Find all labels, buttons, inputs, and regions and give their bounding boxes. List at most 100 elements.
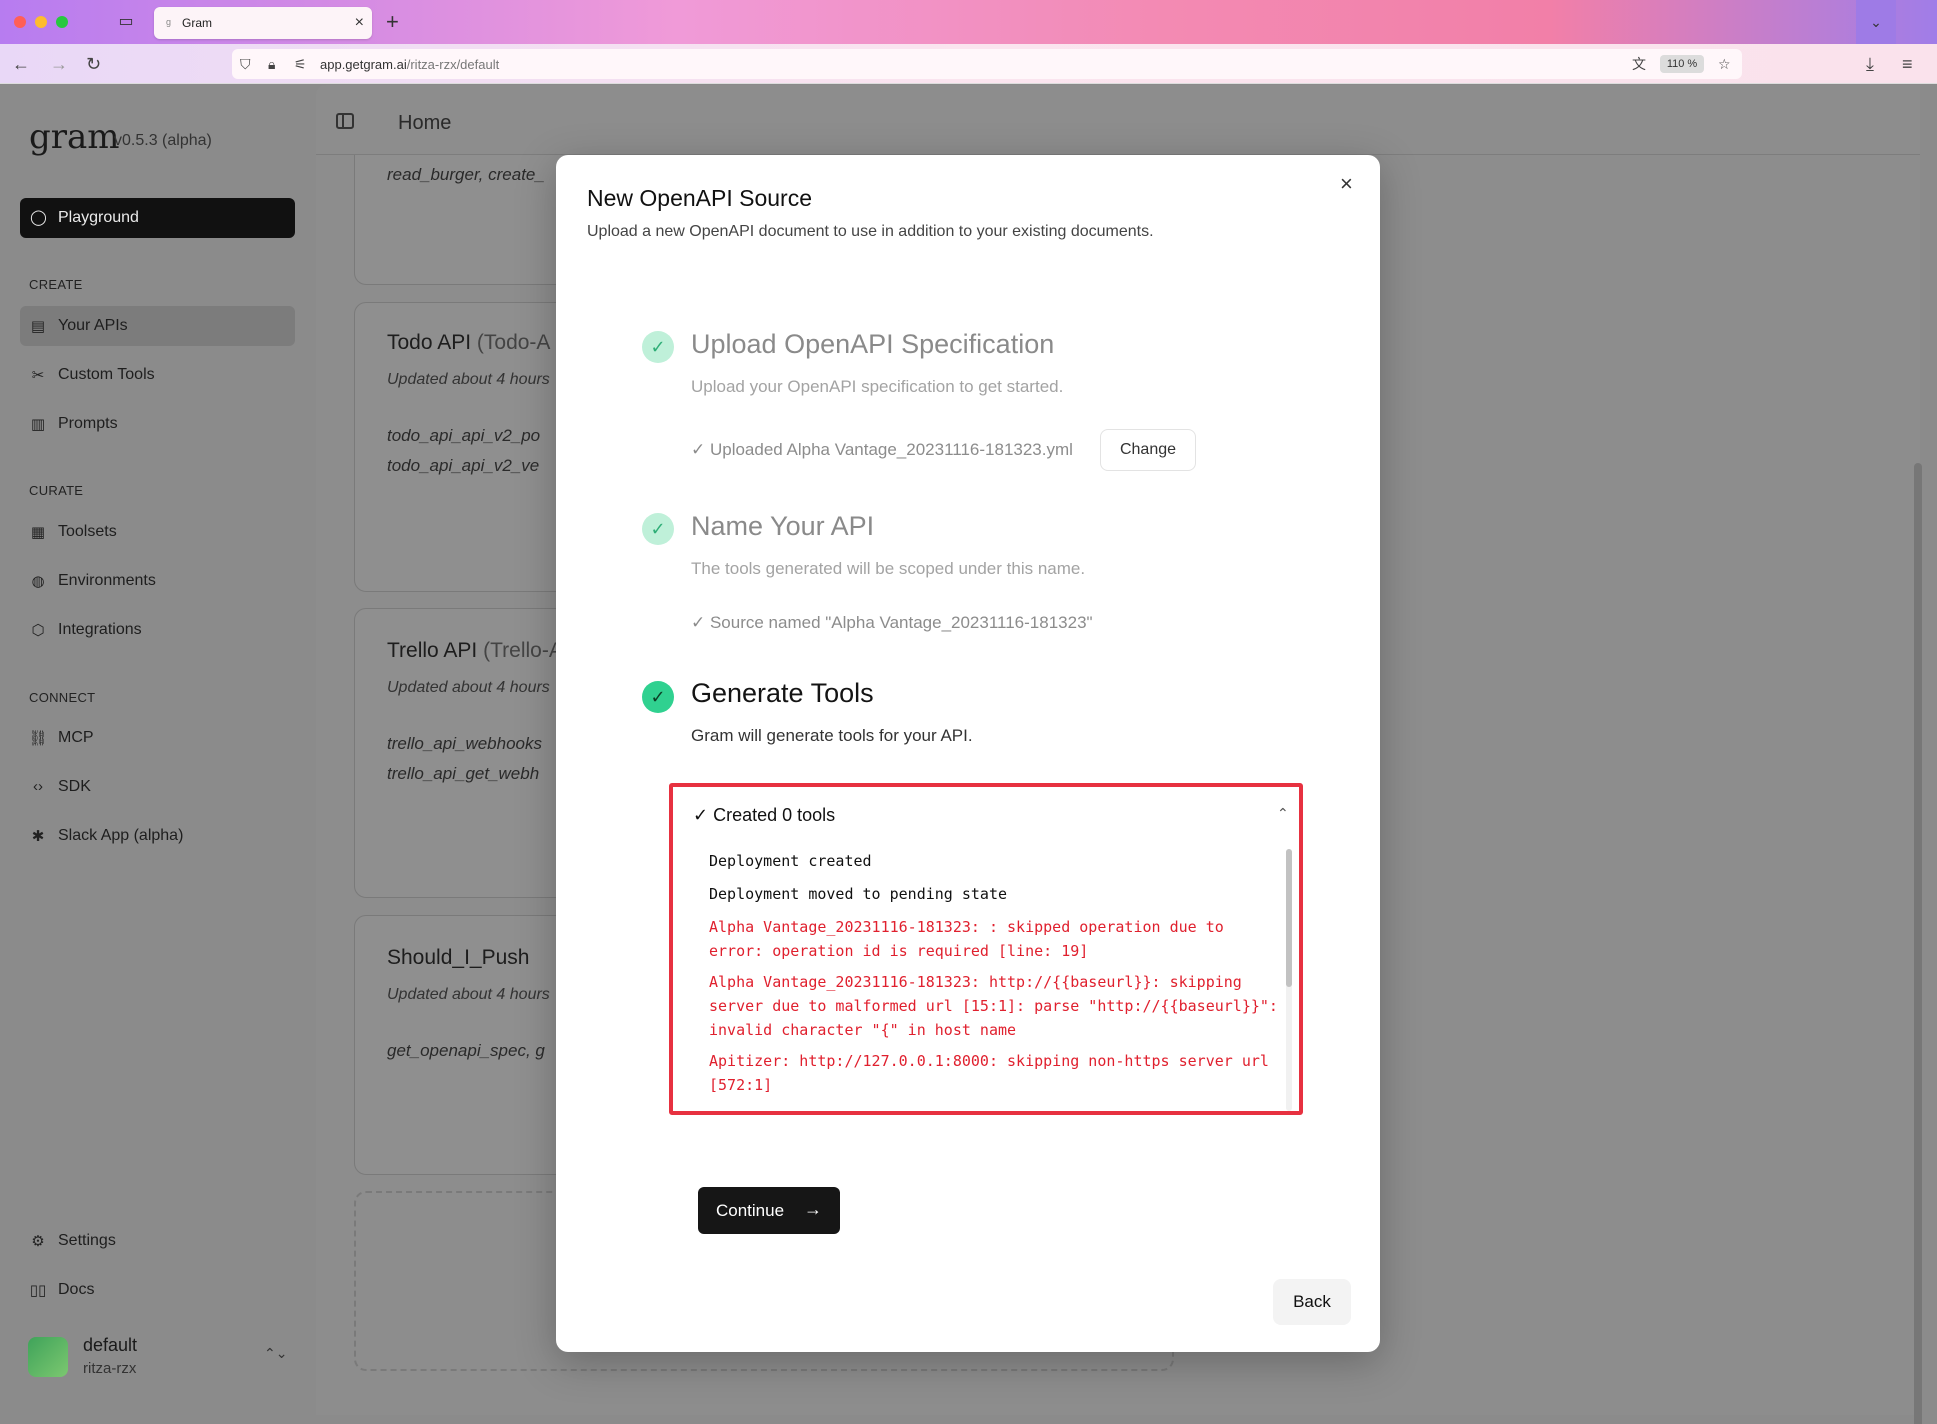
app-version: v0.5.3 (alpha) (114, 132, 212, 149)
sidebar-item-prompts[interactable]: ▥ Prompts (20, 404, 295, 444)
sidebar-item-settings[interactable]: ⚙ Settings (20, 1221, 295, 1261)
section-curate: CURATE (29, 483, 84, 498)
card-title-text: Trello API (387, 639, 478, 662)
continue-button[interactable]: Continue → (698, 1187, 840, 1234)
downloads-icon[interactable]: ⤓ (1866, 52, 1874, 76)
sidebar-item-label: Environments (58, 572, 156, 589)
forward-arrow-icon[interactable]: → (50, 52, 68, 76)
book-icon: ▯▯ (29, 1282, 47, 1299)
new-tab-icon[interactable]: + (386, 9, 399, 35)
sidebar-item-environments[interactable]: ◍ Environments (20, 561, 295, 601)
translate-icon[interactable]: 文 (1632, 55, 1646, 73)
card-title: Trello API (Trello-A (387, 639, 563, 663)
arrow-right-icon: → (804, 1199, 822, 1219)
sidebar-item-mcp[interactable]: ⛓ MCP (20, 718, 295, 758)
url-bar[interactable]: ⛉ 🔒︎ ⚟ app.getgram.ai/ritza-rzx/default … (232, 49, 1742, 79)
log-scrollbar[interactable] (1286, 849, 1292, 987)
playground-button[interactable]: ◯ Playground (20, 198, 295, 238)
back-arrow-icon[interactable]: ← (12, 52, 30, 76)
workspace-name: default (83, 1335, 138, 1355)
card-tool: get_openapi_spec, g (387, 1041, 545, 1060)
tab-close-icon[interactable]: × (355, 13, 364, 33)
log-lines: Deployment created Deployment moved to p… (709, 849, 1279, 1109)
sidebar-item-label: MCP (58, 729, 94, 746)
card-title-text: Todo API (387, 331, 472, 354)
dialog-subtitle: Upload a new OpenAPI document to use in … (587, 223, 1154, 240)
dialog-title: New OpenAPI Source (587, 185, 813, 211)
sidebar-item-sdk[interactable]: ‹› SDK (20, 767, 295, 807)
window-zoom-button[interactable] (56, 16, 68, 28)
sidebar-item-label: Docs (58, 1281, 95, 1298)
continue-label: Continue (716, 1201, 785, 1220)
slack-icon: ✱ (31, 828, 45, 845)
sidebar-item-integrations[interactable]: ⬡ Integrations (20, 610, 295, 650)
step-current-check-icon: ✓ (642, 681, 674, 713)
tab-title: Gram (182, 16, 212, 30)
url-domain: app.getgram.ai (320, 57, 407, 72)
step-title-name: Name Your API (691, 511, 875, 541)
url-path: /ritza-rzx/default (406, 57, 500, 72)
sidebar-item-label: SDK (58, 778, 91, 795)
sidebar-item-docs[interactable]: ▯▯ Docs (20, 1270, 295, 1310)
card-tool: todo_api_api_v2_po (387, 426, 541, 445)
document-icon: ▥ (30, 416, 46, 433)
sidebar-item-slack-app[interactable]: ✱ Slack App (alpha) (20, 816, 295, 856)
change-file-button[interactable]: Change (1100, 429, 1196, 471)
tab-list-chevron-icon[interactable]: ⌄ (1856, 0, 1896, 44)
network-icon: ⛓ (28, 730, 48, 747)
deployment-log-panel: ✓ Created 0 tools ⌃ Deployment created D… (669, 783, 1303, 1115)
window-close-button[interactable] (14, 16, 26, 28)
log-line-error: Alpha Vantage_20231116-181323: : skipped… (709, 918, 1224, 960)
log-summary[interactable]: ✓ Created 0 tools (693, 805, 835, 826)
shield-icon[interactable]: ⛉ (240, 55, 251, 73)
package-icon: ⬡ (31, 622, 45, 639)
step-title-upload: Upload OpenAPI Specification (691, 329, 1055, 359)
workspace-switcher[interactable]: default ritza-rzx ⌃⌄ (20, 1325, 295, 1389)
close-icon[interactable]: × (1340, 173, 1353, 195)
reload-icon[interactable]: ↻ (86, 52, 101, 76)
top-bar: Home (316, 85, 1920, 155)
back-button[interactable]: Back (1273, 1279, 1351, 1325)
new-openapi-source-dialog: × New OpenAPI Source Upload a new OpenAP… (556, 155, 1380, 1352)
sidebar-toggle-icon[interactable] (336, 113, 354, 129)
zoom-level-badge[interactable]: 110 % (1660, 55, 1704, 73)
lock-icon[interactable]: 🔒︎ (268, 55, 275, 73)
sidebar-item-your-apis[interactable]: ▤ Your APIs (20, 306, 295, 346)
playground-label: Playground (58, 209, 139, 226)
url-text[interactable]: app.getgram.ai/ritza-rzx/default (320, 57, 499, 72)
source-name-note: ✓ Source named "Alpha Vantage_20231116-1… (691, 613, 1093, 632)
page-title: Home (398, 112, 452, 134)
sidebar-item-label: Your APIs (58, 317, 128, 334)
window-minimize-button[interactable] (35, 16, 47, 28)
card-slug: (Trello-A (483, 639, 563, 662)
chevron-up-icon[interactable]: ⌃ (1277, 805, 1289, 822)
bookmark-star-icon[interactable]: ☆ (1718, 55, 1731, 73)
globe-icon: ◍ (31, 573, 45, 590)
section-create: CREATE (29, 277, 83, 292)
log-line-error: Alpha Vantage_20231116-181323: http://{{… (709, 973, 1278, 1039)
card-updated: Updated about 4 hours (387, 679, 550, 696)
sidebar: gram v0.5.3 (alpha) ◯ Playground CREATE … (0, 85, 316, 1424)
sidebar-item-label: Slack App (alpha) (58, 827, 184, 844)
browser-nav-bar: ← → ↻ ⛉ 🔒︎ ⚟ app.getgram.ai/ritza-rzx/de… (0, 44, 1937, 84)
browser-tab[interactable]: g Gram × (154, 7, 372, 39)
step-desc-name: The tools generated will be scoped under… (691, 559, 1086, 578)
code-brackets-icon: ‹› (33, 778, 43, 795)
sidebar-item-label: Custom Tools (58, 366, 155, 383)
tab-overview-icon[interactable]: ▭ (116, 12, 136, 32)
sidebar-item-label: Integrations (58, 621, 142, 638)
sidebar-item-custom-tools[interactable]: ✂ Custom Tools (20, 355, 295, 395)
tab-favicon-icon: g (166, 17, 172, 27)
chat-bubble-icon: ◯ (30, 209, 47, 226)
card-slug: (Todo-A (476, 331, 551, 354)
log-line: Deployment created (709, 852, 872, 870)
file-code-icon: ▤ (30, 318, 46, 335)
card-tool: trello_api_webhooks (387, 734, 542, 753)
site-permissions-icon[interactable]: ⚟ (294, 55, 307, 73)
page-scrollbar[interactable] (1914, 463, 1922, 1424)
sidebar-item-toolsets[interactable]: ▦ Toolsets (20, 512, 295, 552)
log-line: Deployment moved to pending state (709, 885, 1008, 903)
card-updated: Updated about 4 hours (387, 371, 550, 388)
step-desc-generate: Gram will generate tools for your API. (691, 726, 973, 745)
menu-icon[interactable]: ≡ (1902, 52, 1913, 76)
